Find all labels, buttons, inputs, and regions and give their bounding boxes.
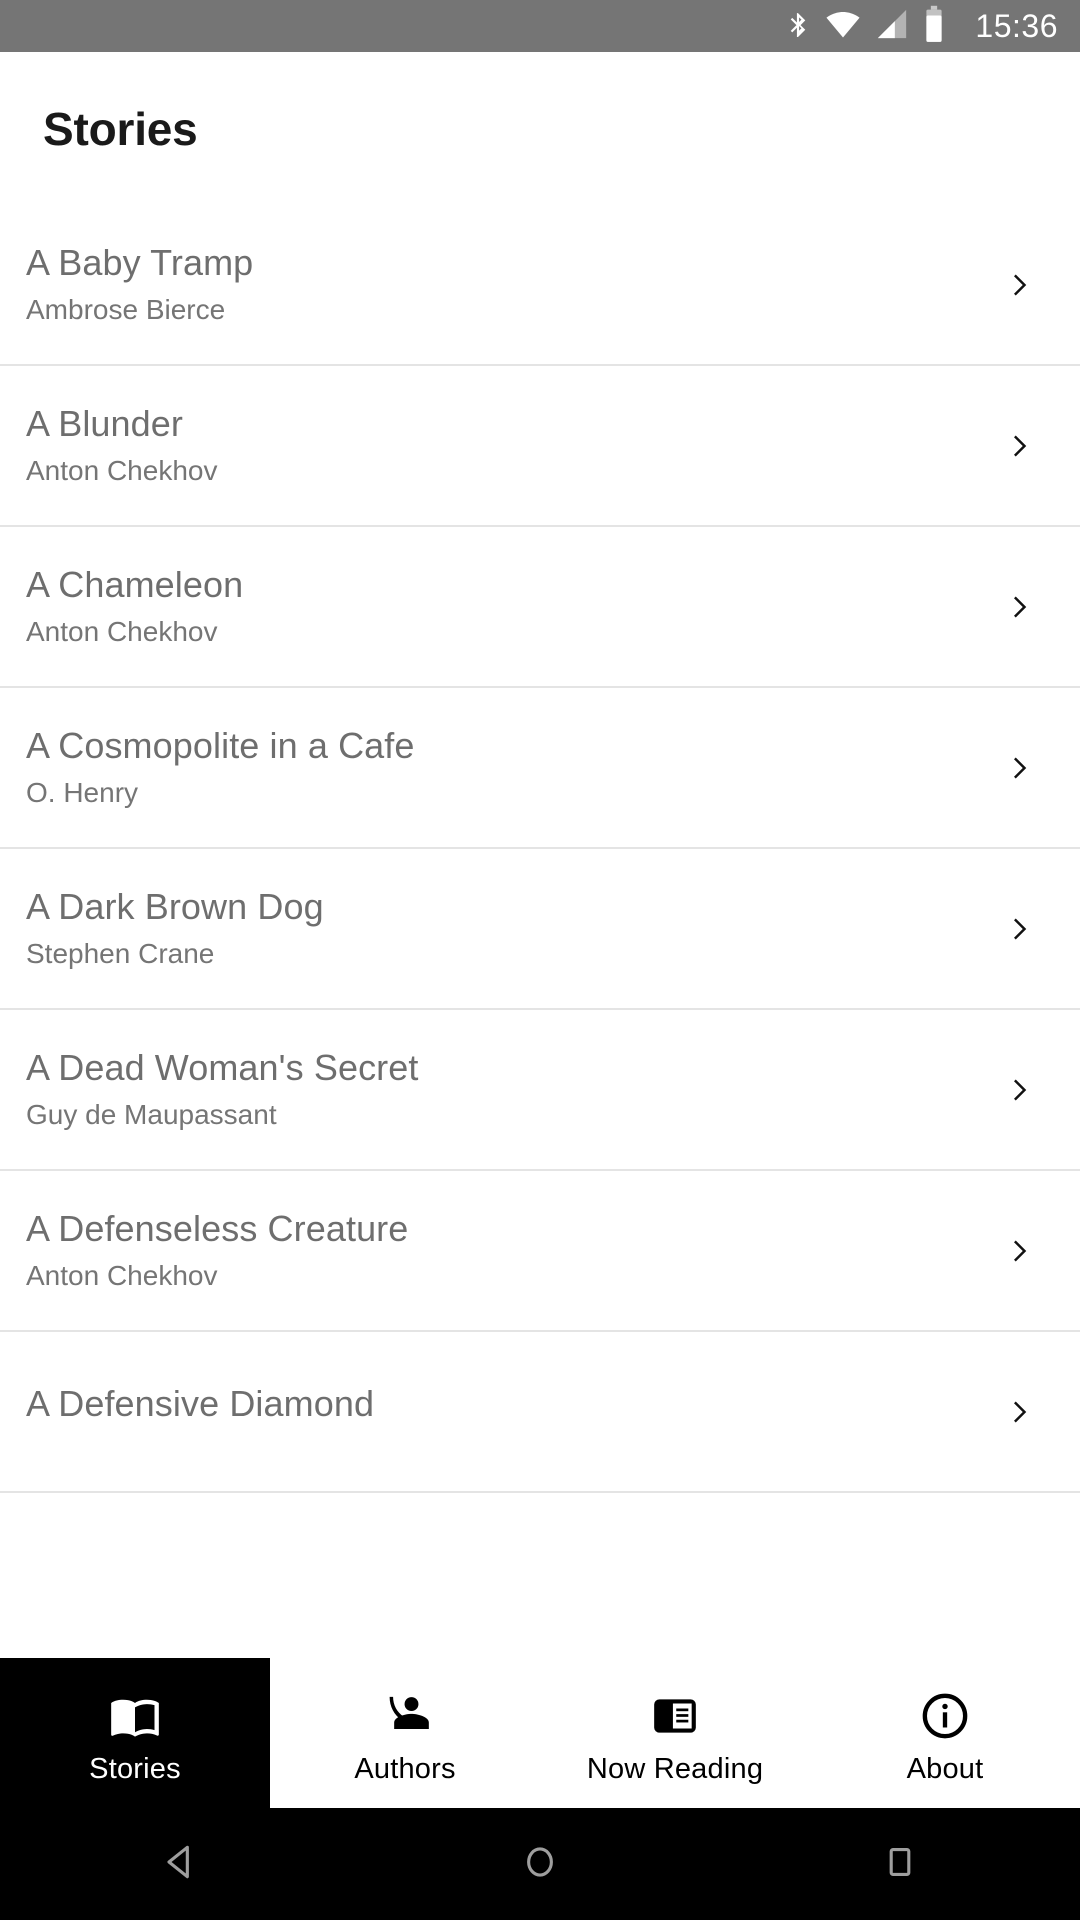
story-title: A Dark Brown Dog (26, 886, 324, 927)
story-list-item[interactable]: A Baby Tramp Ambrose Bierce (0, 205, 1080, 366)
bottom-nav-label: Authors (354, 1752, 456, 1785)
battery-icon (923, 5, 945, 48)
story-list-item[interactable]: A Blunder Anton Chekhov (0, 366, 1080, 527)
story-list-item[interactable]: A Cosmopolite in a Cafe O. Henry (0, 688, 1080, 849)
back-button[interactable] (0, 1840, 360, 1889)
status-bar-clock: 15:36 (975, 8, 1058, 44)
back-triangle-icon (158, 1840, 202, 1889)
story-list-item[interactable]: A Dark Brown Dog Stephen Crane (0, 849, 1080, 1010)
bottom-nav-tab-stories[interactable]: Stories (0, 1658, 270, 1808)
story-list[interactable]: A Baby Tramp Ambrose Bierce A Blunder An… (0, 205, 1080, 1658)
bottom-navigation-bar: Stories Authors Now Reading About (0, 1658, 1080, 1808)
phone-screen: 15:36 Stories A Baby Tramp Ambrose Bierc… (0, 0, 1080, 1920)
story-title: A Defenseless Creature (26, 1208, 409, 1249)
chevron-right-icon[interactable] (960, 1227, 1080, 1275)
open-book-icon (109, 1689, 161, 1743)
story-text-block: A Blunder Anton Chekhov (0, 406, 960, 485)
bottom-nav-label: Stories (89, 1752, 181, 1785)
home-button[interactable] (360, 1840, 720, 1889)
story-title: A Baby Tramp (26, 242, 254, 283)
status-bar-icons: 15:36 (785, 5, 1058, 48)
chevron-right-icon[interactable] (960, 905, 1080, 953)
story-author: Ambrose Bierce (26, 294, 226, 325)
chevron-right-icon[interactable] (960, 744, 1080, 792)
story-title: A Cosmopolite in a Cafe (26, 725, 415, 766)
recents-square-icon (878, 1840, 922, 1889)
home-circle-icon (518, 1840, 562, 1889)
recents-button[interactable] (720, 1840, 1080, 1889)
chevron-right-icon[interactable] (960, 261, 1080, 309)
story-list-item[interactable]: A Dead Woman's Secret Guy de Maupassant (0, 1010, 1080, 1171)
reader-mode-icon (650, 1689, 700, 1743)
bottom-nav-label: About (906, 1752, 984, 1785)
story-author: Stephen Crane (26, 938, 215, 969)
bottom-nav-label: Now Reading (586, 1752, 764, 1785)
chevron-right-icon[interactable] (960, 583, 1080, 631)
chevron-right-icon[interactable] (960, 422, 1080, 470)
android-system-navigation-bar (0, 1808, 1080, 1920)
info-circle-icon (919, 1689, 971, 1743)
story-text-block: A Chameleon Anton Chekhov (0, 567, 960, 646)
wifi-icon (825, 6, 861, 47)
story-author: Anton Chekhov (26, 616, 218, 647)
story-list-item[interactable]: A Defenseless Creature Anton Chekhov (0, 1171, 1080, 1332)
story-list-item[interactable]: A Chameleon Anton Chekhov (0, 527, 1080, 688)
story-author: Anton Chekhov (26, 1260, 218, 1291)
bottom-nav-tab-authors[interactable]: Authors (270, 1658, 540, 1808)
story-title: A Chameleon (26, 564, 244, 605)
story-title: A Defensive Diamond (26, 1383, 375, 1424)
story-text-block: A Defenseless Creature Anton Chekhov (0, 1211, 960, 1290)
story-text-block: A Defensive Diamond (0, 1386, 960, 1437)
record-voice-over-icon (379, 1689, 431, 1743)
story-author: Anton Chekhov (26, 455, 218, 486)
story-title: A Blunder (26, 403, 184, 444)
bottom-nav-tab-about[interactable]: About (810, 1658, 1080, 1808)
status-bar: 15:36 (0, 0, 1080, 52)
chevron-right-icon[interactable] (960, 1066, 1080, 1114)
story-text-block: A Dead Woman's Secret Guy de Maupassant (0, 1050, 960, 1129)
bluetooth-icon (785, 6, 811, 47)
story-list-item[interactable]: A Defensive Diamond (0, 1332, 1080, 1493)
story-title: A Dead Woman's Secret (26, 1047, 419, 1088)
bottom-nav-tab-now-reading[interactable]: Now Reading (540, 1658, 810, 1808)
chevron-right-icon[interactable] (960, 1388, 1080, 1436)
story-text-block: A Cosmopolite in a Cafe O. Henry (0, 728, 960, 807)
story-author: O. Henry (26, 777, 139, 808)
story-author: Guy de Maupassant (26, 1099, 277, 1130)
story-text-block: A Dark Brown Dog Stephen Crane (0, 889, 960, 968)
cellular-signal-icon (875, 6, 909, 47)
page-title: Stories (43, 102, 198, 155)
story-text-block: A Baby Tramp Ambrose Bierce (0, 245, 960, 324)
app-bar: Stories (0, 52, 1080, 205)
